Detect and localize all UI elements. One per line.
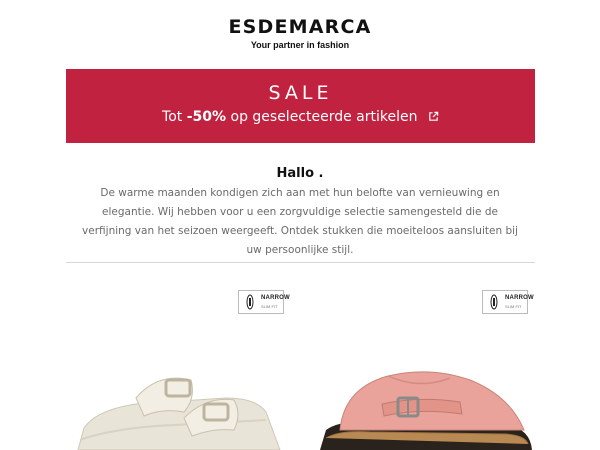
- cream-sandal-image[interactable]: [66, 280, 301, 450]
- intro-text: De warme maanden kondigen zich aan met h…: [82, 187, 518, 256]
- greeting-title: Hallo .: [276, 166, 324, 181]
- sale-title: SALE: [268, 82, 333, 104]
- sale-subtitle-prefix: Tot: [162, 109, 187, 125]
- email-header: ESDEMARCA Your partner in fashion: [0, 0, 600, 60]
- sale-subtitle-suffix: op geselecteerde artikelen: [226, 109, 418, 125]
- pink-clog-image[interactable]: [300, 280, 535, 450]
- brand-logo[interactable]: ESDEMARCA: [0, 16, 600, 38]
- sale-subtitle[interactable]: Tot -50% op geselecteerde artikelen: [66, 109, 535, 125]
- sale-banner[interactable]: SALE Tot -50% op geselecteerde artikelen: [66, 69, 535, 143]
- brand-tagline: Your partner in fashion: [250, 40, 350, 50]
- external-link-icon[interactable]: [428, 111, 439, 122]
- product-card-2[interactable]: NARROW SLIM FIT: [300, 280, 535, 450]
- section-divider: [66, 262, 535, 263]
- sale-discount: -50%: [186, 109, 227, 125]
- product-card-1[interactable]: NARROW SLIM FIT: [66, 280, 301, 450]
